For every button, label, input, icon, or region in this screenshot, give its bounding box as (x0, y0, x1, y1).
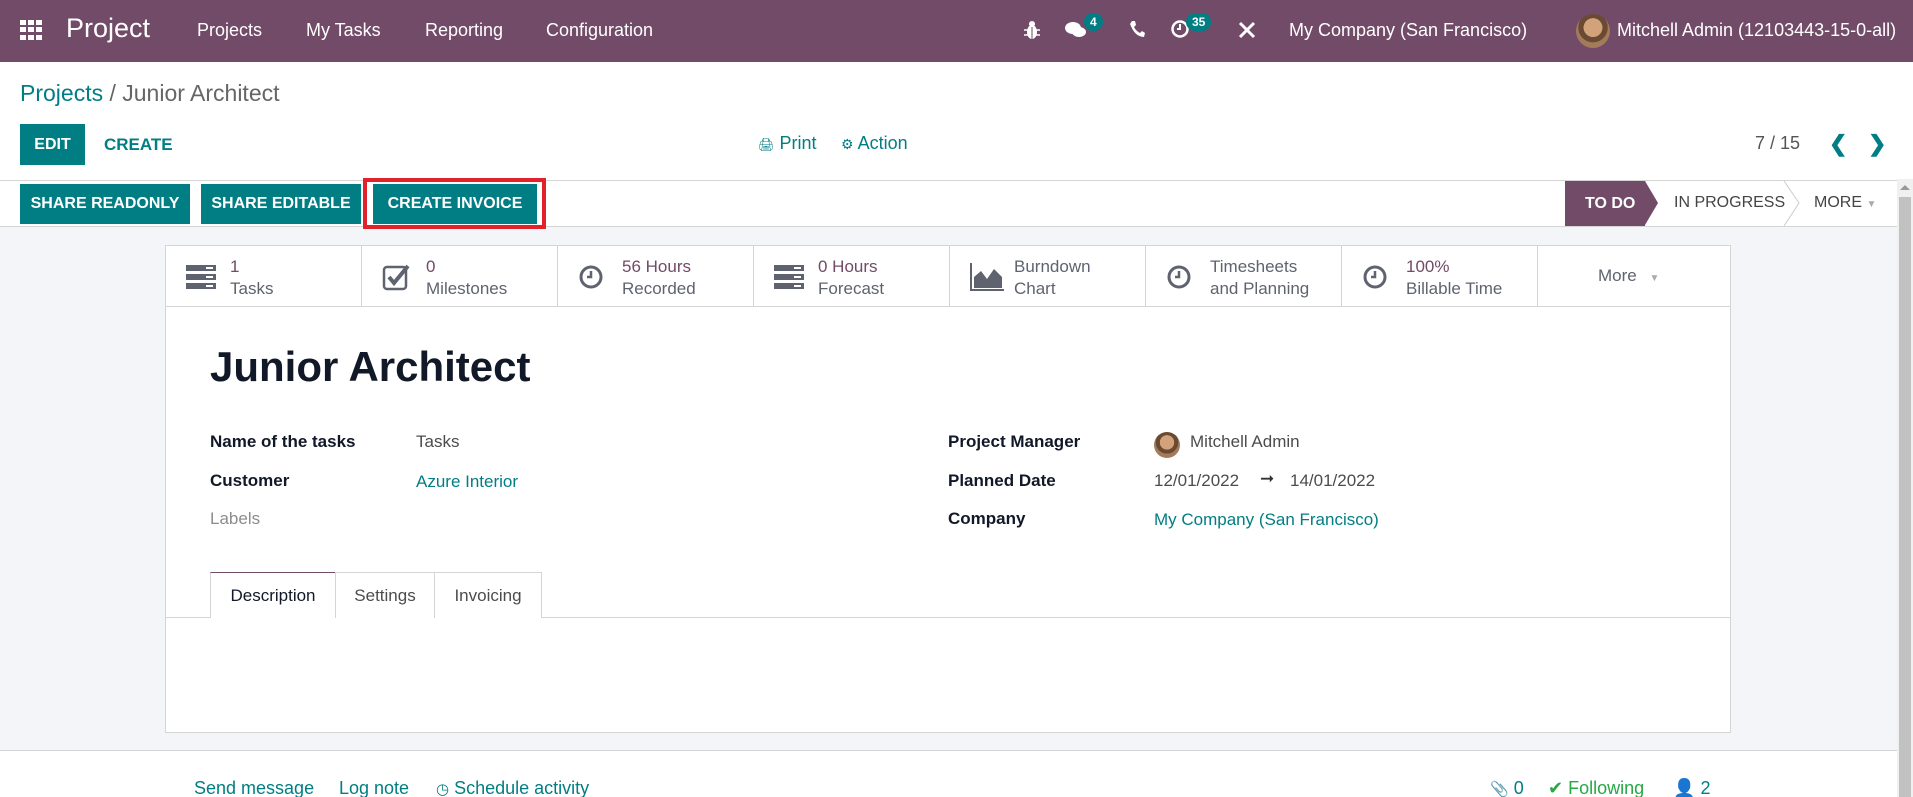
bug-icon[interactable] (1024, 20, 1040, 40)
stat-burndown-chart[interactable]: Burndown Chart (950, 246, 1146, 306)
stage-in-progress[interactable]: IN PROGRESS (1674, 194, 1785, 212)
menu-configuration[interactable]: Configuration (546, 20, 653, 41)
area-chart-icon (970, 263, 1004, 291)
statusbar: SHARE READONLY SHARE EDITABLE CREATE INV… (0, 180, 1897, 227)
field-label-task-name: Name of the tasks (210, 432, 356, 451)
field-company[interactable]: My Company (San Francisco) (1154, 510, 1379, 530)
stat-hours-forecast[interactable]: 0 Hours Forecast (754, 246, 950, 306)
print-icon: 🖨 (758, 137, 775, 152)
arrow-right-icon: ➞ (1260, 469, 1275, 488)
field-task-name[interactable]: Tasks (416, 432, 459, 452)
field-customer[interactable]: Azure Interior (416, 472, 518, 492)
messages-badge: 4 (1084, 13, 1103, 31)
schedule-activity-button[interactable]: ◷ Schedule activity (436, 778, 589, 797)
stat-hours-recorded[interactable]: 56 Hours Recorded (558, 246, 754, 306)
project-title: Junior Architect (210, 343, 531, 390)
tab-description[interactable]: Description (210, 572, 336, 618)
clock-icon (1167, 265, 1191, 289)
create-button[interactable]: CREATE (104, 135, 173, 155)
field-project-manager[interactable]: Mitchell Admin (1190, 432, 1300, 452)
breadcrumb: Projects / Junior Architect (20, 80, 280, 107)
share-readonly-button[interactable]: SHARE READONLY (20, 184, 190, 224)
stat-buttons-bar: 1 Tasks 0 Milestones 56 Hours Recorded 0… (166, 246, 1730, 307)
breadcrumb-current: Junior Architect (122, 80, 280, 106)
send-message-button[interactable]: Send message (194, 778, 314, 797)
edit-button[interactable]: EDIT (20, 124, 85, 165)
tools-icon[interactable] (1237, 20, 1257, 40)
field-label-planned-date: Planned Date (948, 471, 1056, 490)
attachments-button[interactable]: 📎 0 (1490, 778, 1524, 797)
clock-icon (579, 265, 603, 289)
caret-down-icon: ▼ (1649, 273, 1660, 284)
stage-separator-icon (1783, 181, 1800, 226)
clock-icon: ◷ (436, 781, 450, 797)
following-button[interactable]: ✔ Following (1548, 778, 1644, 797)
tasks-icon (186, 265, 216, 289)
menu-my-tasks[interactable]: My Tasks (306, 20, 381, 41)
stat-timesheets-planning[interactable]: Timesheets and Planning (1146, 246, 1342, 306)
paperclip-icon: 📎 (1490, 781, 1509, 797)
vertical-scrollbar[interactable] (1897, 179, 1913, 797)
chatter-divider (0, 750, 1897, 751)
checkbox-icon (382, 264, 410, 291)
user-menu[interactable]: Mitchell Admin (12103443-15-0-all) (1617, 20, 1896, 41)
activities-badge: 35 (1186, 13, 1212, 31)
print-menu[interactable]: 🖨 Print (758, 133, 817, 154)
field-label-project-manager: Project Manager (948, 432, 1081, 451)
company-switcher[interactable]: My Company (San Francisco) (1289, 20, 1527, 41)
share-editable-button[interactable]: SHARE EDITABLE (201, 184, 361, 224)
log-note-button[interactable]: Log note (339, 778, 409, 797)
tasks-icon (774, 265, 804, 289)
user-icon: 👤 (1673, 778, 1696, 797)
phone-icon[interactable] (1129, 20, 1145, 38)
menu-projects[interactable]: Projects (197, 20, 262, 41)
tab-settings[interactable]: Settings (335, 572, 435, 618)
field-label-customer: Customer (210, 471, 290, 490)
tab-invoicing[interactable]: Invoicing (434, 572, 542, 618)
project-manager-avatar (1154, 432, 1180, 458)
form-sheet: 1 Tasks 0 Milestones 56 Hours Recorded 0… (165, 245, 1731, 733)
pager-value[interactable]: 7 / 15 (1755, 133, 1800, 154)
pager-next-button[interactable]: ❯ (1868, 131, 1886, 157)
field-planned-date-to[interactable]: 14/01/2022 (1290, 471, 1375, 491)
menu-reporting[interactable]: Reporting (425, 20, 503, 41)
stage-todo[interactable]: TO DO (1565, 181, 1658, 226)
stat-milestones[interactable]: 0 Milestones (362, 246, 558, 306)
app-name[interactable]: Project (66, 13, 150, 44)
followers-button[interactable]: 👤 2 (1673, 778, 1710, 797)
stat-billable-time[interactable]: 100% Billable Time (1342, 246, 1538, 306)
stage-more-dropdown[interactable]: MORE ▼ (1814, 194, 1876, 212)
field-label-company: Company (948, 509, 1026, 528)
stat-tasks[interactable]: 1 Tasks (166, 246, 362, 306)
apps-menu-icon[interactable] (20, 20, 42, 40)
breadcrumb-projects[interactable]: Projects (20, 80, 103, 106)
check-icon: ✔ (1548, 778, 1564, 797)
field-label-labels: Labels (210, 509, 261, 528)
action-menu[interactable]: ⚙ Action (841, 133, 908, 154)
top-navbar: Project Projects My Tasks Reporting Conf… (0, 0, 1913, 62)
caret-down-icon: ▼ (1866, 199, 1877, 210)
clock-icon (1363, 265, 1387, 289)
create-invoice-highlight (363, 178, 546, 229)
pager-previous-button[interactable]: ❮ (1829, 131, 1847, 157)
scrollbar-thumb[interactable] (1899, 197, 1911, 797)
user-avatar[interactable] (1576, 14, 1610, 48)
breadcrumb-separator: / (109, 80, 116, 106)
gear-icon: ⚙ (841, 136, 854, 152)
scroll-up-icon[interactable] (1900, 185, 1910, 190)
field-planned-date-from[interactable]: 12/01/2022 (1154, 471, 1239, 491)
stat-more-dropdown[interactable]: More ▼ (1538, 246, 1730, 306)
